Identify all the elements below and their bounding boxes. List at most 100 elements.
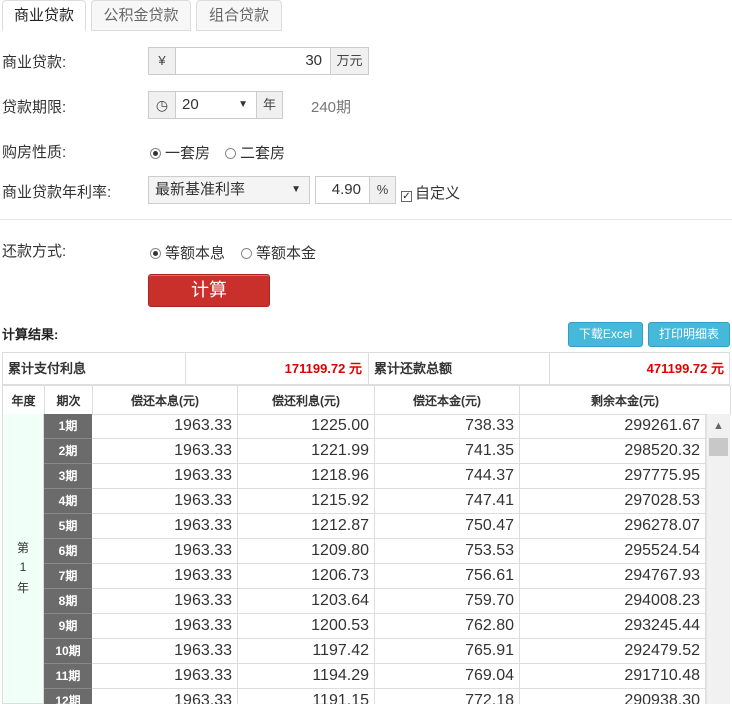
radio-unchecked-icon bbox=[241, 248, 252, 259]
table-row: 7期 1963.33 1206.73 756.61 294767.93 bbox=[44, 564, 706, 589]
percent-addon: % bbox=[369, 176, 396, 204]
radio-second-home[interactable]: 二套房 bbox=[225, 142, 285, 163]
period-cell: 8期 bbox=[44, 589, 92, 614]
interest-rate-input[interactable]: 4.90 bbox=[315, 176, 370, 204]
loan-term-label: 贷款期限: bbox=[2, 99, 67, 116]
cell-principal: 756.61 bbox=[375, 564, 520, 589]
cell-remaining: 291710.48 bbox=[520, 664, 706, 689]
cell-remaining: 297775.95 bbox=[520, 464, 706, 489]
table-row: 10期 1963.33 1197.42 765.91 292479.52 bbox=[44, 639, 706, 664]
cell-remaining: 290938.30 bbox=[520, 689, 706, 704]
loan-term-unit: 年 bbox=[256, 91, 283, 119]
radio-equal-principal-label: 等额本金 bbox=[256, 245, 317, 262]
total-interest-value: 171199.72 元 bbox=[284, 361, 362, 376]
cell-payment: 1963.33 bbox=[92, 514, 238, 539]
cell-interest: 1209.80 bbox=[238, 539, 375, 564]
cell-principal: 769.04 bbox=[375, 664, 520, 689]
table-row: 12期 1963.33 1191.15 772.18 290938.30 bbox=[44, 689, 706, 704]
period-cell: 10期 bbox=[44, 639, 92, 664]
cell-payment: 1963.33 bbox=[92, 414, 238, 439]
tab-provident-fund-loan[interactable]: 公积金贷款 bbox=[91, 0, 191, 31]
loan-amount-unit: 万元 bbox=[330, 47, 369, 75]
cell-principal: 759.70 bbox=[375, 589, 520, 614]
cell-principal: 741.35 bbox=[375, 439, 520, 464]
table-row: 4期 1963.33 1215.92 747.41 297028.53 bbox=[44, 489, 706, 514]
cell-interest: 1212.87 bbox=[238, 514, 375, 539]
table-row: 9期 1963.33 1200.53 762.80 293245.44 bbox=[44, 614, 706, 639]
chevron-down-icon: ▼ bbox=[291, 184, 301, 195]
cell-interest: 1197.42 bbox=[238, 639, 375, 664]
cell-interest: 1221.99 bbox=[238, 439, 375, 464]
cell-principal: 765.91 bbox=[375, 639, 520, 664]
col-remaining: 剩余本金(元) bbox=[519, 385, 731, 415]
rate-type-value: 最新基准利率 bbox=[155, 181, 246, 198]
cell-principal: 750.47 bbox=[375, 514, 520, 539]
cell-interest: 1225.00 bbox=[238, 414, 375, 439]
cell-interest: 1194.29 bbox=[238, 664, 375, 689]
cell-remaining: 299261.67 bbox=[520, 414, 706, 439]
radio-checked-icon bbox=[150, 148, 161, 159]
download-excel-button[interactable]: 下载Excel bbox=[568, 322, 643, 347]
year-cell: 第 1 年 bbox=[2, 414, 44, 704]
table-row: 6期 1963.33 1209.80 753.53 295524.54 bbox=[44, 539, 706, 564]
cell-remaining: 296278.07 bbox=[520, 514, 706, 539]
table-scrollbar[interactable]: ▲ bbox=[706, 414, 730, 704]
period-cell: 4期 bbox=[44, 489, 92, 514]
rate-type-select[interactable]: 最新基准利率 ▼ bbox=[148, 176, 310, 204]
col-payment: 偿还本息(元) bbox=[92, 385, 238, 415]
calculate-button[interactable]: 计算 bbox=[148, 274, 270, 307]
period-cell: 5期 bbox=[44, 514, 92, 539]
print-detail-button[interactable]: 打印明细表 bbox=[648, 322, 730, 347]
cell-payment: 1963.33 bbox=[92, 464, 238, 489]
period-cell: 3期 bbox=[44, 464, 92, 489]
cell-remaining: 298520.32 bbox=[520, 439, 706, 464]
cell-interest: 1200.53 bbox=[238, 614, 375, 639]
cell-remaining: 294008.23 bbox=[520, 589, 706, 614]
col-principal: 偿还本金(元) bbox=[374, 385, 520, 415]
tab-combined-loan[interactable]: 组合贷款 bbox=[196, 0, 282, 31]
tab-commercial-loan[interactable]: 商业贷款 bbox=[2, 0, 86, 31]
radio-equal-installment-label: 等额本息 bbox=[165, 245, 226, 262]
cell-interest: 1215.92 bbox=[238, 489, 375, 514]
cell-payment: 1963.33 bbox=[92, 614, 238, 639]
cell-principal: 753.53 bbox=[375, 539, 520, 564]
cell-principal: 772.18 bbox=[375, 689, 520, 704]
cell-remaining: 293245.44 bbox=[520, 614, 706, 639]
cell-interest: 1203.64 bbox=[238, 589, 375, 614]
clock-icon: ◷ bbox=[148, 91, 176, 119]
cell-interest: 1191.15 bbox=[238, 689, 375, 704]
table-row: 2期 1963.33 1221.99 741.35 298520.32 bbox=[44, 439, 706, 464]
cell-remaining: 297028.53 bbox=[520, 489, 706, 514]
cell-payment: 1963.33 bbox=[92, 489, 238, 514]
radio-equal-principal[interactable]: 等额本金 bbox=[241, 242, 316, 263]
periods-count: 240期 bbox=[311, 99, 352, 116]
radio-first-home[interactable]: 一套房 bbox=[150, 142, 210, 163]
scrollbar-thumb[interactable] bbox=[709, 438, 728, 456]
yuan-sign-addon: ¥ bbox=[148, 47, 176, 75]
cell-payment: 1963.33 bbox=[92, 539, 238, 564]
radio-equal-installment[interactable]: 等额本息 bbox=[150, 242, 225, 263]
cell-payment: 1963.33 bbox=[92, 564, 238, 589]
total-repayment-value: 471199.72 元 bbox=[646, 361, 724, 376]
interest-rate-label: 商业贷款年利率: bbox=[2, 184, 112, 201]
cell-remaining: 292479.52 bbox=[520, 639, 706, 664]
custom-rate-label: 自定义 bbox=[415, 185, 461, 202]
repayment-method-label: 还款方式: bbox=[2, 243, 67, 260]
radio-first-home-label: 一套房 bbox=[165, 145, 211, 162]
loan-term-select[interactable]: 20 ▼ bbox=[175, 91, 257, 119]
year-label-part: 第 bbox=[16, 541, 29, 555]
cell-principal: 747.41 bbox=[375, 489, 520, 514]
custom-rate-checkbox[interactable]: ✓ 自定义 bbox=[401, 182, 460, 203]
table-row: 11期 1963.33 1194.29 769.04 291710.48 bbox=[44, 664, 706, 689]
period-cell: 11期 bbox=[44, 664, 92, 689]
cell-payment: 1963.33 bbox=[92, 639, 238, 664]
loan-amount-input[interactable]: 30 bbox=[175, 47, 331, 75]
scroll-up-icon[interactable]: ▲ bbox=[713, 420, 724, 432]
period-cell: 12期 bbox=[44, 689, 92, 704]
property-type-label: 购房性质: bbox=[2, 144, 67, 161]
radio-unchecked-icon bbox=[225, 148, 236, 159]
period-cell: 2期 bbox=[44, 439, 92, 464]
period-cell: 7期 bbox=[44, 564, 92, 589]
year-label-part: 年 bbox=[16, 581, 29, 595]
cell-payment: 1963.33 bbox=[92, 439, 238, 464]
